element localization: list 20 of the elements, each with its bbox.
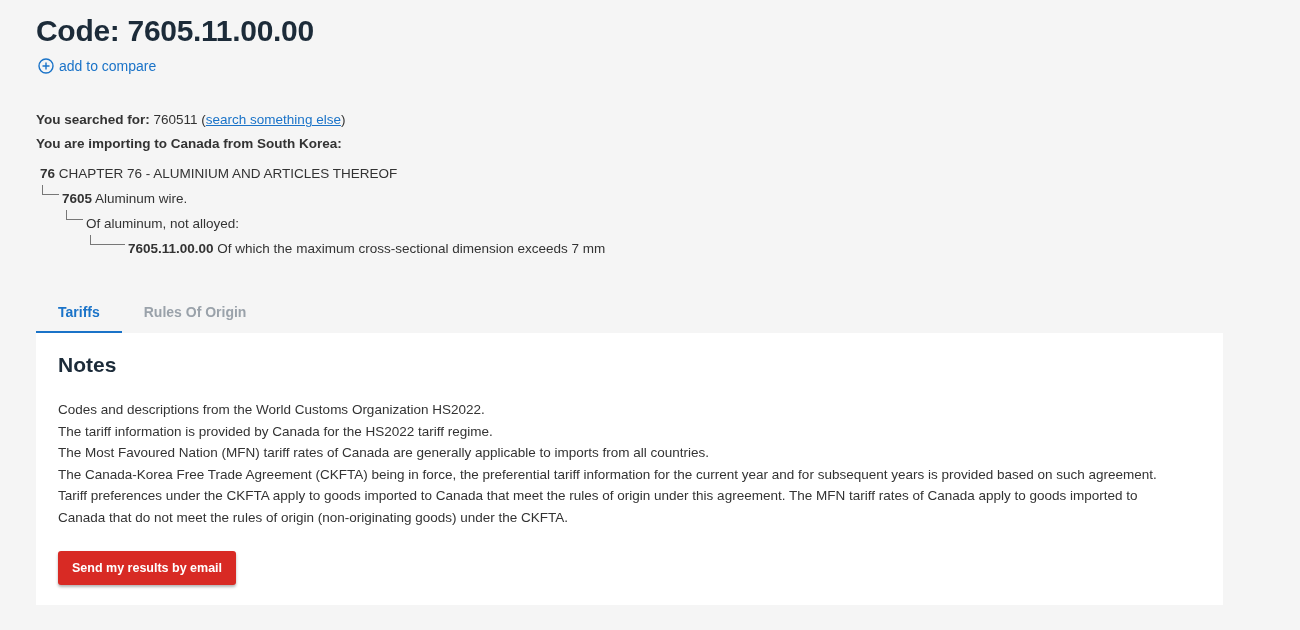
tree-connector [42, 185, 59, 195]
email-results-button[interactable]: Send my results by email [58, 551, 237, 585]
tree-connector [90, 235, 125, 245]
note-paragraph: The tariff information is provided by Canada for the HS2022 tariff regime. [58, 422, 494, 441]
tree-label: 7605.11.00.00 Of which the maximum cross-sectional dimension exceeds 7 mm [128, 240, 606, 258]
plus-circle-icon [38, 58, 54, 74]
note-paragraph: The Canada-Korea Free Trade Agreement (CKFTA) being in force, the preferential tariff information for the current year and for subsequent years is provided based on such agreement. Tariff preferences under the CKFTA apply to goods imported to Canada that meet the rules of origin under this agreement. The MFN tariff rates of Canada apply to goods imported to Canada that do not meet the rules of origin (non-originating goods) under the CKFTA. [58, 465, 1158, 527]
add-to-compare-link[interactable]: add to compare [38, 58, 157, 74]
tab[interactable]: Rules Of Origin [121, 294, 269, 333]
note-paragraph: The Most Favoured Nation (MFN) tariff rates of Canada are generally applicable to imports from all countries. [58, 444, 711, 462]
search-again-link[interactable]: search something else [205, 112, 341, 127]
tree-label: Of aluminum, not alloyed: [86, 215, 240, 233]
import-route-text: You are importing to Canada from South Korea: [36, 135, 343, 153]
tree-label: 7605 Aluminum wire. [62, 190, 188, 208]
note-paragraph: Codes and descriptions from the World Customs Organization HS2022. [58, 401, 486, 419]
page-title: Code: 7605.11.00.00 [36, 14, 315, 48]
tree-connector [66, 210, 83, 220]
search-summary: You searched for: 760511 (search something else) [36, 111, 347, 129]
section-title: Notes [58, 353, 118, 377]
tree-label: 76 CHAPTER 76 - ALUMINIUM AND ARTICLES THEREOF [40, 165, 398, 183]
